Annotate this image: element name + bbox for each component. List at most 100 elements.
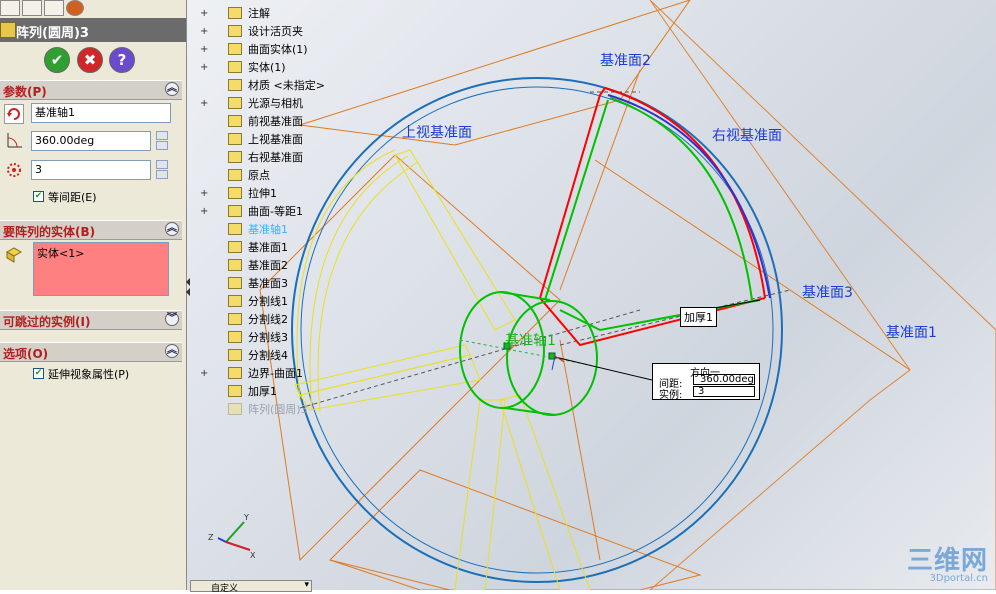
tree-item[interactable]: 分割线3 bbox=[200, 329, 340, 346]
tree-item[interactable]: 分割线1 bbox=[200, 293, 340, 310]
tree-item[interactable]: + 光源与相机 bbox=[200, 95, 340, 112]
callout-spacing-value[interactable]: 360.00deg bbox=[693, 374, 755, 385]
configuration-manager-tab[interactable] bbox=[44, 0, 64, 16]
tree-item-label: 曲面-等距1 bbox=[248, 205, 303, 218]
expand-toggle-icon[interactable]: + bbox=[200, 5, 210, 22]
angle-spinner[interactable] bbox=[156, 131, 168, 151]
options-section-header[interactable]: 选项(O) ︽ bbox=[0, 342, 182, 362]
extrude-icon bbox=[228, 187, 242, 199]
equal-spacing-label: 等间距(E) bbox=[48, 191, 97, 204]
tree-item[interactable]: + 拉伸1 bbox=[200, 185, 340, 202]
tree-item[interactable]: + 注解 bbox=[200, 5, 340, 22]
lights-icon bbox=[228, 97, 242, 109]
collapse-chevron-icon[interactable]: ︽ bbox=[165, 222, 179, 236]
tree-item[interactable]: + 曲面实体(1) bbox=[200, 41, 340, 58]
tree-item[interactable]: + 实体(1) bbox=[200, 59, 340, 76]
panel-splitter[interactable] bbox=[186, 278, 190, 298]
offset-surface-icon bbox=[228, 205, 242, 217]
watermark: 三维网 3Dportal.cn bbox=[907, 540, 988, 584]
split-line-icon bbox=[228, 295, 242, 307]
collapse-chevron-icon[interactable]: ︽ bbox=[165, 82, 179, 96]
tree-item-label: 基准面3 bbox=[248, 277, 288, 290]
solid-body-icon bbox=[4, 244, 24, 264]
circular-pattern-icon bbox=[0, 22, 16, 38]
annotation-icon bbox=[228, 7, 242, 19]
tree-item[interactable]: 阵列(圆周)3 bbox=[200, 401, 340, 418]
expand-chevron-icon[interactable]: ︾ bbox=[165, 312, 179, 326]
axis-field[interactable]: 基准轴1 bbox=[31, 103, 171, 123]
solid-bodies-icon bbox=[228, 61, 242, 73]
tree-item[interactable]: 右视基准面 bbox=[200, 149, 340, 166]
bodies-section-header[interactable]: 要阵列的实体(B) ︽ bbox=[0, 220, 182, 240]
tree-item[interactable]: + 设计活页夹 bbox=[200, 23, 340, 40]
view-combo[interactable]: 自定义 ▾ bbox=[190, 580, 312, 594]
callout-count-label: 实例: bbox=[659, 390, 683, 401]
feature-manager-tab[interactable] bbox=[0, 0, 20, 16]
tree-item[interactable]: 原点 bbox=[200, 167, 340, 184]
instances-field[interactable]: 3 bbox=[31, 160, 151, 180]
tree-item-label: 设计活页夹 bbox=[248, 25, 303, 38]
expand-toggle-icon[interactable]: + bbox=[200, 365, 210, 382]
reverse-direction-icon[interactable] bbox=[4, 104, 24, 124]
expand-toggle-icon[interactable]: + bbox=[200, 185, 210, 202]
axis-label[interactable]: 基准轴1 bbox=[505, 330, 556, 350]
tree-item[interactable]: 分割线2 bbox=[200, 311, 340, 328]
plane-icon bbox=[228, 259, 242, 271]
tree-item[interactable]: 基准轴1 bbox=[200, 221, 340, 238]
help-button[interactable]: ? bbox=[109, 47, 135, 73]
plane2-label[interactable]: 基准面2 bbox=[600, 50, 651, 70]
tree-item[interactable]: 基准面1 bbox=[200, 239, 340, 256]
plane3-label[interactable]: 基准面3 bbox=[802, 282, 853, 302]
tree-item-label: 阵列(圆周)3 bbox=[248, 403, 308, 416]
tree-item[interactable]: 前视基准面 bbox=[200, 113, 340, 130]
expand-toggle-icon[interactable]: + bbox=[200, 23, 210, 40]
collapse-chevron-icon[interactable]: ︽ bbox=[165, 344, 179, 358]
callout-count-value[interactable]: 3 bbox=[693, 386, 755, 397]
appearance-tab[interactable] bbox=[66, 0, 84, 16]
tree-item[interactable]: 基准面2 bbox=[200, 257, 340, 274]
tree-item[interactable]: 基准面3 bbox=[200, 275, 340, 292]
tree-item-label: 基准面2 bbox=[248, 259, 288, 272]
skip-section-header[interactable]: 可跳过的实例(I) ︾ bbox=[0, 310, 182, 330]
tree-item[interactable]: 上视基准面 bbox=[200, 131, 340, 148]
angle-field[interactable]: 360.00deg bbox=[31, 131, 151, 151]
tree-item-label: 分割线4 bbox=[248, 349, 288, 362]
expand-toggle-icon[interactable]: + bbox=[200, 59, 210, 76]
feature-title-bar: 阵列(圆周)3 bbox=[0, 18, 186, 42]
tree-item-label: 分割线1 bbox=[248, 295, 288, 308]
expand-toggle-icon[interactable]: + bbox=[200, 203, 210, 220]
tree-item[interactable]: + 边界-曲面1 bbox=[200, 365, 340, 382]
origin-icon bbox=[228, 169, 242, 181]
direction-callout[interactable]: 方向一 间距: 360.00deg 实例: 3 bbox=[652, 363, 760, 401]
params-section-title: 参数(P) bbox=[3, 85, 47, 99]
equal-spacing-checkbox[interactable]: ✔ bbox=[33, 191, 44, 202]
angle-icon bbox=[4, 130, 24, 150]
split-line-icon bbox=[228, 313, 242, 325]
instances-spinner[interactable] bbox=[156, 160, 168, 180]
thicken-tag[interactable]: 加厚1 bbox=[680, 307, 717, 327]
right-plane-label[interactable]: 右视基准面 bbox=[712, 125, 782, 145]
ok-button[interactable]: ✔ bbox=[44, 47, 70, 73]
tree-item[interactable]: 加厚1 bbox=[200, 383, 340, 400]
tree-item-label: 基准轴1 bbox=[248, 223, 288, 236]
tree-item[interactable]: 材质 <未指定> bbox=[200, 77, 340, 94]
chevron-down-icon[interactable]: ▾ bbox=[304, 580, 309, 590]
params-section-header[interactable]: 参数(P) ︽ bbox=[0, 80, 182, 100]
selected-body-item[interactable]: 实体<1> bbox=[37, 247, 84, 260]
tree-item-label: 拉伸1 bbox=[248, 187, 277, 200]
property-manager-tab[interactable] bbox=[22, 0, 42, 16]
propagate-visual-checkbox[interactable]: ✔ bbox=[33, 368, 44, 379]
tree-item-label: 分割线3 bbox=[248, 331, 288, 344]
expand-toggle-icon[interactable]: + bbox=[200, 41, 210, 58]
bodies-selection-box[interactable]: 实体<1> bbox=[33, 242, 169, 296]
tree-item[interactable]: + 曲面-等距1 bbox=[200, 203, 340, 220]
plane-icon bbox=[228, 133, 242, 145]
top-plane-label[interactable]: 上视基准面 bbox=[402, 122, 472, 142]
boundary-surface-icon bbox=[228, 367, 242, 379]
cancel-button[interactable]: ✖ bbox=[77, 47, 103, 73]
expand-toggle-icon[interactable]: + bbox=[200, 95, 210, 112]
tree-item-label: 曲面实体(1) bbox=[248, 43, 308, 56]
plane1-label[interactable]: 基准面1 bbox=[886, 322, 937, 342]
tree-item[interactable]: 分割线4 bbox=[200, 347, 340, 364]
plane-icon bbox=[228, 241, 242, 253]
